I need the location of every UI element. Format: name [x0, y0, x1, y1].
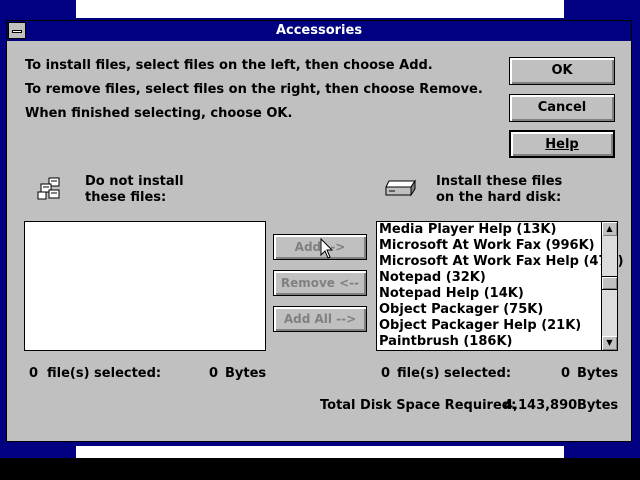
list-item[interactable]: Paintbrush (186K): [377, 334, 601, 350]
scroll-down-icon[interactable]: ▼: [602, 336, 617, 350]
list-item[interactable]: Object Packager Help (21K): [377, 318, 601, 334]
install-list[interactable]: Media Player Help (13K) Microsoft At Wor…: [376, 221, 624, 351]
total-space-unit: Bytes: [577, 398, 619, 413]
help-button[interactable]: Help: [509, 130, 615, 158]
help-button-label: Help: [545, 137, 579, 152]
total-space-label: Total Disk Space Required:: [320, 398, 517, 413]
files-icon: [37, 177, 60, 200]
left-panel-label-text: Do not install: [85, 174, 184, 189]
left-bytes-value: 0: [209, 366, 219, 381]
system-menu-icon: [12, 30, 22, 33]
list-item[interactable]: Media Player Help (13K): [377, 222, 601, 238]
list-item[interactable]: Microsoft At Work Fax (996K): [377, 238, 601, 254]
list-item[interactable]: Microsoft At Work Fax Help (47K): [377, 254, 624, 270]
cancel-button[interactable]: Cancel: [509, 94, 615, 122]
left-selected-count: 0: [29, 366, 39, 381]
do-not-install-list[interactable]: [24, 221, 266, 351]
left-selected-label: file(s) selected:: [47, 366, 162, 381]
instruction-install: To install files, select files on the le…: [25, 58, 433, 73]
right-selected-count: 0: [381, 366, 391, 381]
desktop-bottom: [0, 458, 640, 480]
system-menu-button[interactable]: [8, 22, 26, 39]
background-window-strip-bottom: [76, 446, 564, 458]
install-list-scrollbar[interactable]: ▲ ▼: [601, 222, 617, 350]
dialog-title: Accessories: [275, 23, 363, 38]
list-item[interactable]: Notepad Help (14K): [377, 286, 601, 302]
right-bytes-unit: Bytes: [577, 366, 619, 381]
accessories-dialog: Accessories To install files, select fil…: [6, 20, 632, 442]
hard-disk-icon: [385, 179, 416, 197]
right-bytes-value: 0: [561, 366, 571, 381]
left-panel-label-line1: Do not install: [85, 174, 184, 190]
instruction-finish: When finished selecting, choose OK.: [25, 106, 293, 121]
total-space-value: 4,143,890: [504, 398, 578, 413]
list-item[interactable]: Object Packager (75K): [377, 302, 601, 318]
install-list-items: Media Player Help (13K) Microsoft At Wor…: [377, 222, 624, 350]
title-bar: Accessories: [7, 21, 631, 41]
remove-button[interactable]: Remove <--: [273, 270, 367, 296]
list-item[interactable]: Notepad (32K): [377, 270, 601, 286]
mouse-pointer-icon: [320, 238, 334, 259]
ok-button[interactable]: OK: [509, 57, 615, 85]
left-bytes-unit: Bytes: [225, 366, 267, 381]
background-window-strip: [76, 0, 564, 18]
scroll-thumb[interactable]: [602, 276, 617, 290]
right-panel-label-line1: Install these files: [436, 174, 563, 189]
left-panel-label-line2: these files:: [85, 190, 167, 205]
right-selected-label: file(s) selected:: [397, 366, 512, 381]
add-all-button[interactable]: Add All -->: [273, 306, 367, 332]
instruction-remove: To remove files, select files on the rig…: [25, 82, 483, 97]
scroll-up-icon[interactable]: ▲: [602, 222, 617, 236]
right-panel-label-line2: on the hard disk:: [436, 190, 562, 205]
